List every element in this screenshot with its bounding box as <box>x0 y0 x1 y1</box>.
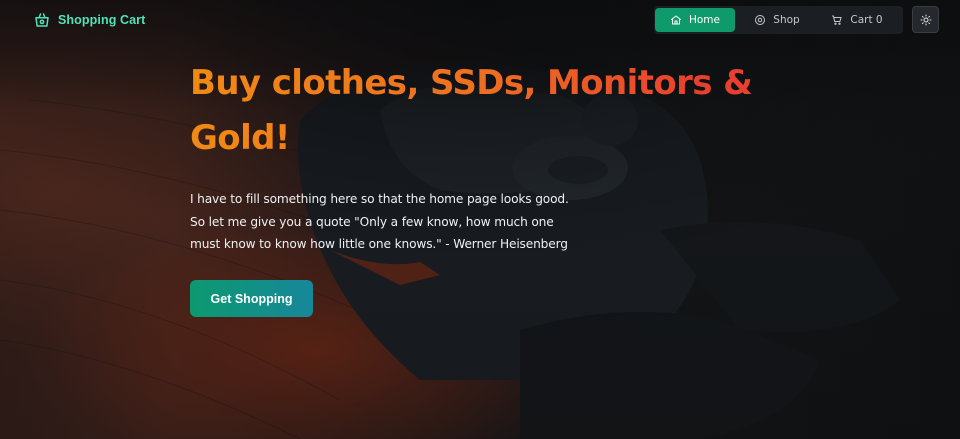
nav-item-home-label: Home <box>688 14 720 26</box>
get-shopping-button[interactable]: Get Shopping <box>190 280 313 317</box>
cart-icon <box>832 15 842 25</box>
hero-quote-text: I have to fill something here so that th… <box>190 192 569 251</box>
home-page: Shopping Cart Home Shop Cart 0 Buy cloth… <box>0 0 960 439</box>
nav-item-cart[interactable]: Cart 0 <box>824 7 890 33</box>
hero-title: Buy clothes, SSDs, Monitors & Gold! <box>190 56 790 166</box>
nav-item-shop[interactable]: Shop <box>746 7 808 33</box>
theme-toggle-button[interactable] <box>912 6 939 33</box>
nav-menu: Home Shop Cart 0 <box>654 6 903 34</box>
navbar: Shopping Cart Home Shop Cart 0 <box>0 0 960 40</box>
home-icon <box>670 15 681 25</box>
brand-label: Shopping Cart <box>58 13 146 27</box>
shop-icon <box>755 15 766 25</box>
basket-icon <box>35 13 49 27</box>
nav-item-cart-label: Cart 0 <box>850 14 883 26</box>
brand-link[interactable]: Shopping Cart <box>33 11 145 29</box>
nav-item-shop-label: Shop <box>773 14 800 26</box>
sun-icon <box>920 14 931 25</box>
nav-item-home[interactable]: Home <box>655 8 735 32</box>
